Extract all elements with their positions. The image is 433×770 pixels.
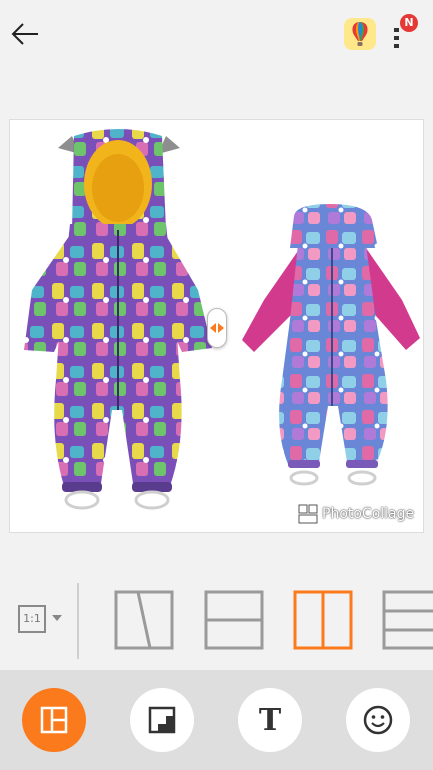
photocollage-logo-icon: [298, 504, 318, 524]
layout-grid-icon: [40, 706, 68, 734]
back-button[interactable]: [8, 16, 44, 52]
horizontal-split-layout-icon: [204, 590, 264, 650]
aspect-ratio-button[interactable]: 1:1: [18, 605, 66, 635]
collage-cell-left[interactable]: [10, 120, 216, 532]
collage-cell-right[interactable]: [216, 120, 423, 532]
collage-canvas: PhotoCollage: [9, 119, 424, 533]
sticker-tool-button[interactable]: [346, 688, 410, 752]
hot-air-balloon-icon: [352, 22, 368, 46]
layout-option-diagonal-split[interactable]: [114, 590, 174, 650]
layout-option-vertical-split[interactable]: [293, 590, 353, 650]
diagonal-split-layout-icon: [114, 590, 174, 650]
notification-badge: N: [400, 14, 418, 32]
smiley-icon: [363, 705, 393, 735]
strip-divider: [77, 583, 79, 659]
layout-tool-button[interactable]: [22, 688, 86, 752]
snowsuit-photo-right: [242, 204, 420, 486]
layout-selector-strip: 1:1: [0, 575, 433, 665]
watermark-text: PhotoCollage: [322, 506, 415, 522]
split-divider-handle[interactable]: [207, 308, 227, 348]
frame-corner-icon: [148, 706, 176, 734]
more-menu-button[interactable]: N: [388, 14, 422, 52]
aspect-ratio-label: 1:1: [18, 605, 46, 633]
photocollage-watermark: PhotoCollage: [298, 502, 414, 526]
balloon-button[interactable]: [344, 18, 376, 50]
photo-collage-editor: N PhotoCollage 1:1 T: [0, 0, 433, 770]
vertical-split-layout-icon: [293, 590, 353, 650]
top-bar: N: [0, 0, 433, 68]
caret-down-icon: [52, 615, 62, 621]
three-rows-layout-icon: [382, 590, 433, 650]
snowsuit-photo-left: [24, 129, 212, 510]
layout-option-three-rows[interactable]: [382, 590, 433, 650]
text-t-icon: T: [258, 702, 282, 738]
layout-option-horizontal-split[interactable]: [204, 590, 264, 650]
text-tool-button[interactable]: T: [238, 688, 302, 752]
arrow-left-icon: [11, 23, 38, 45]
bottom-toolbar: T: [0, 670, 433, 770]
swap-arrows-icon: [210, 323, 224, 333]
border-tool-button[interactable]: [130, 688, 194, 752]
